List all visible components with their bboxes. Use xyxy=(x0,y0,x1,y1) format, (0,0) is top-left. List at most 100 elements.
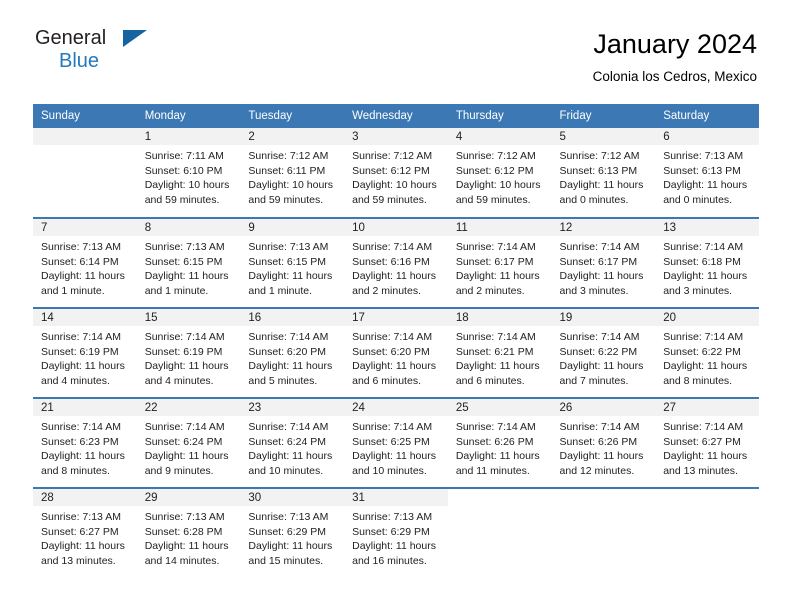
daylight-text: and 5 minutes. xyxy=(248,374,318,387)
calendar-day-cell[interactable]: 18 Sunrise: 7:14 AM Sunset: 6:21 PM Dayligh… xyxy=(447,307,552,398)
day-number: 5 xyxy=(551,128,656,145)
calendar-day-cell[interactable]: 24 Sunrise: 7:14 AM Sunset: 6:25 PM Dayligh… xyxy=(344,397,448,488)
day-details: Sunrise: 7:14 AM Sunset: 6:24 PM Daylight:… xyxy=(240,416,344,478)
day-details: Sunrise: 7:14 AM Sunset: 6:17 PM Daylight:… xyxy=(448,236,552,298)
day-number: 26 xyxy=(551,399,656,416)
daylight-text: and 59 minutes. xyxy=(248,193,324,206)
calendar-empty-cell xyxy=(447,487,552,578)
day-number: 25 xyxy=(447,399,552,416)
calendar-day-cell[interactable]: 29 Sunrise: 7:13 AM Sunset: 6:28 PM Dayligh… xyxy=(136,487,241,578)
daylight-text: Daylight: 11 hours xyxy=(352,360,436,372)
day-number: 18 xyxy=(447,309,552,326)
day-number: 24 xyxy=(344,399,448,416)
day-details: Sunrise: 7:14 AM Sunset: 6:25 PM Daylight:… xyxy=(344,416,448,478)
calendar-empty-cell xyxy=(33,128,137,218)
calendar-day-cell[interactable]: 17 Sunrise: 7:14 AM Sunset: 6:20 PM Dayligh… xyxy=(344,307,448,398)
day-number xyxy=(448,489,552,506)
day-details: Sunrise: 7:14 AM Sunset: 6:22 PM Daylight:… xyxy=(655,326,759,388)
logo-text-blue: Blue xyxy=(59,50,100,72)
day-number: 17 xyxy=(344,309,448,326)
calendar-day-cell[interactable]: 13 Sunrise: 7:14 AM Sunset: 6:18 PM Dayligh… xyxy=(655,217,759,308)
day-number: 19 xyxy=(551,309,656,326)
sunset-text: Sunset: 6:15 PM xyxy=(248,255,327,268)
sunset-text: Sunset: 6:21 PM xyxy=(455,345,534,358)
calendar-day-cell[interactable]: 7 Sunrise: 7:13 AM Sunset: 6:14 PM Daylight… xyxy=(33,217,137,308)
calendar-day-cell[interactable]: 25 Sunrise: 7:14 AM Sunset: 6:26 PM Dayligh… xyxy=(447,397,552,488)
calendar-day-cell[interactable]: 11 Sunrise: 7:14 AM Sunset: 6:17 PM Dayligh… xyxy=(447,217,552,308)
sunrise-text: Sunrise: 7:14 AM xyxy=(352,241,433,253)
daylight-text: Daylight: 11 hours xyxy=(41,540,125,552)
page-title: January 2024 xyxy=(593,29,757,59)
day-number: 14 xyxy=(33,309,137,326)
calendar-day-cell[interactable]: 4 Sunrise: 7:12 AM Sunset: 6:12 PM Daylight… xyxy=(447,128,552,218)
sunset-text: Sunset: 6:13 PM xyxy=(663,164,741,177)
calendar-day-cell[interactable]: 8 Sunrise: 7:13 AM Sunset: 6:15 PM Daylight… xyxy=(136,217,241,308)
day-number: 6 xyxy=(655,128,759,145)
calendar-day-cell[interactable]: 22 Sunrise: 7:14 AM Sunset: 6:24 PM Dayligh… xyxy=(136,397,241,488)
calendar-day-cell[interactable]: 12 Sunrise: 7:14 AM Sunset: 6:17 PM Dayligh… xyxy=(551,217,656,308)
daylight-text: Daylight: 11 hours xyxy=(352,540,436,552)
calendar-day-cell[interactable]: 10 Sunrise: 7:14 AM Sunset: 6:16 PM Dayligh… xyxy=(344,217,448,308)
calendar-week-row: 14 Sunrise: 7:14 AM Sunset: 6:19 PM Dayligh… xyxy=(33,307,759,398)
general-blue-logo[interactable]: General Blue xyxy=(35,28,155,74)
day-details: Sunrise: 7:13 AM Sunset: 6:13 PM Daylight:… xyxy=(655,145,759,207)
sunset-text: Sunset: 6:29 PM xyxy=(352,525,430,538)
sunset-text: Sunset: 6:11 PM xyxy=(248,164,326,177)
daylight-text: and 11 minutes. xyxy=(455,464,530,477)
day-details: Sunrise: 7:13 AM Sunset: 6:29 PM Daylight:… xyxy=(240,506,344,568)
day-details: Sunrise: 7:14 AM Sunset: 6:17 PM Daylight:… xyxy=(552,236,656,298)
sunset-text: Sunset: 6:24 PM xyxy=(248,435,327,448)
daylight-text: Daylight: 11 hours xyxy=(144,360,229,372)
calendar-day-cell[interactable]: 20 Sunrise: 7:14 AM Sunset: 6:22 PM Dayligh… xyxy=(655,307,759,398)
title-block: January 2024 Colonia los Cedros, Mexico xyxy=(593,28,757,86)
day-details: Sunrise: 7:14 AM Sunset: 6:21 PM Daylight:… xyxy=(448,326,552,388)
sunrise-text: Sunrise: 7:14 AM xyxy=(144,331,225,343)
calendar-day-cell[interactable]: 16 Sunrise: 7:14 AM Sunset: 6:20 PM Dayligh… xyxy=(240,307,345,398)
calendar-day-cell[interactable]: 23 Sunrise: 7:14 AM Sunset: 6:24 PM Dayligh… xyxy=(240,397,345,488)
daylight-text: Daylight: 11 hours xyxy=(559,270,644,282)
calendar-day-cell[interactable]: 15 Sunrise: 7:14 AM Sunset: 6:19 PM Dayligh… xyxy=(136,307,241,398)
calendar-empty-cell xyxy=(551,487,656,578)
daylight-text: Daylight: 11 hours xyxy=(248,270,333,282)
daylight-text: and 59 minutes. xyxy=(144,193,220,206)
day-number: 21 xyxy=(33,399,137,416)
daylight-text: Daylight: 11 hours xyxy=(559,179,644,191)
sunrise-text: Sunrise: 7:14 AM xyxy=(663,241,744,253)
sunset-text: Sunset: 6:27 PM xyxy=(663,435,741,448)
page-header: General Blue January 2024 Colonia los Ce… xyxy=(0,0,792,84)
sunset-text: Sunset: 6:18 PM xyxy=(663,255,741,268)
sunset-text: Sunset: 6:19 PM xyxy=(144,345,223,358)
calendar-day-cell[interactable]: 28 Sunrise: 7:13 AM Sunset: 6:27 PM Dayligh… xyxy=(33,487,137,578)
sunrise-text: Sunrise: 7:13 AM xyxy=(144,511,225,523)
sunset-text: Sunset: 6:14 PM xyxy=(41,255,119,268)
calendar-day-cell[interactable]: 9 Sunrise: 7:13 AM Sunset: 6:15 PM Daylight… xyxy=(240,217,345,308)
calendar-day-cell[interactable]: 5 Sunrise: 7:12 AM Sunset: 6:13 PM Daylight… xyxy=(551,128,656,218)
calendar-day-cell[interactable]: 19 Sunrise: 7:14 AM Sunset: 6:22 PM Dayligh… xyxy=(551,307,656,398)
daylight-text: Daylight: 11 hours xyxy=(663,270,748,282)
calendar-body: 1 Sunrise: 7:11 AM Sunset: 6:10 PM Daylight… xyxy=(33,128,759,578)
day-number xyxy=(552,489,656,506)
day-details: Sunrise: 7:14 AM Sunset: 6:20 PM Daylight:… xyxy=(240,326,344,388)
calendar-day-cell[interactable]: 2 Sunrise: 7:12 AM Sunset: 6:11 PM Daylight… xyxy=(240,128,345,218)
day-number: 4 xyxy=(447,128,552,145)
daylight-text: Daylight: 10 hours xyxy=(248,179,334,191)
daylight-text: and 1 minute. xyxy=(144,284,209,297)
day-details: Sunrise: 7:14 AM Sunset: 6:24 PM Daylight:… xyxy=(137,416,241,478)
calendar-day-cell[interactable]: 1 Sunrise: 7:11 AM Sunset: 6:10 PM Daylight… xyxy=(136,128,241,218)
calendar-day-cell[interactable]: 3 Sunrise: 7:12 AM Sunset: 6:12 PM Daylight… xyxy=(344,128,448,218)
calendar-day-cell[interactable]: 27 Sunrise: 7:14 AM Sunset: 6:27 PM Dayligh… xyxy=(655,397,759,488)
sunrise-text: Sunrise: 7:12 AM xyxy=(559,150,640,162)
day-details: Sunrise: 7:12 AM Sunset: 6:12 PM Daylight:… xyxy=(448,145,552,207)
sunset-text: Sunset: 6:27 PM xyxy=(41,525,119,538)
calendar-day-cell[interactable]: 30 Sunrise: 7:13 AM Sunset: 6:29 PM Dayligh… xyxy=(240,487,345,578)
day-number: 30 xyxy=(240,489,345,506)
calendar-day-cell[interactable]: 31 Sunrise: 7:13 AM Sunset: 6:29 PM Dayligh… xyxy=(344,487,448,578)
sunset-text: Sunset: 6:26 PM xyxy=(559,435,638,448)
daylight-text: and 2 minutes. xyxy=(352,284,421,297)
calendar-day-cell[interactable]: 21 Sunrise: 7:14 AM Sunset: 6:23 PM Dayligh… xyxy=(33,397,137,488)
calendar-day-cell[interactable]: 14 Sunrise: 7:14 AM Sunset: 6:19 PM Dayligh… xyxy=(33,307,137,398)
daylight-text: and 0 minutes. xyxy=(663,193,733,206)
calendar-day-cell[interactable]: 26 Sunrise: 7:14 AM Sunset: 6:26 PM Dayligh… xyxy=(551,397,656,488)
sunrise-text: Sunrise: 7:14 AM xyxy=(248,331,329,343)
calendar-day-cell[interactable]: 6 Sunrise: 7:13 AM Sunset: 6:13 PM Daylight… xyxy=(655,128,759,218)
